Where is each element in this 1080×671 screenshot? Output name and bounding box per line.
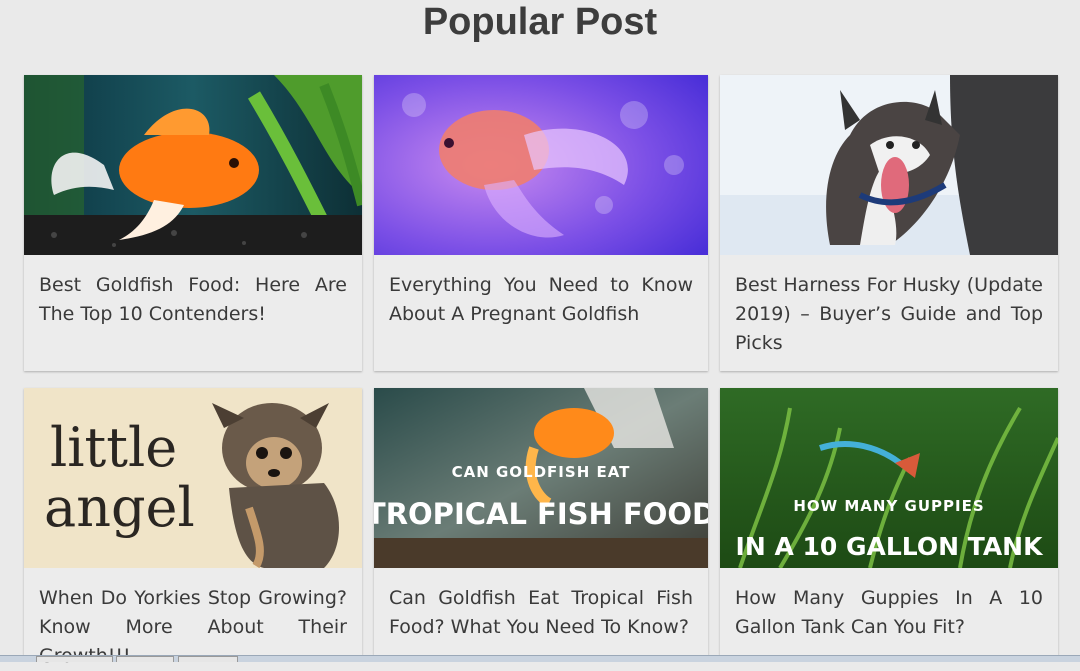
taskbar-tab[interactable]	[116, 656, 174, 662]
post-card-pregnant-goldfish[interactable]: Everything You Need to Know About A Preg…	[374, 75, 708, 371]
guppies-tank-image[interactable]: HOW MANY GUPPIES IN A 10 GALLON TANK	[720, 388, 1058, 568]
image-text-can-goldfish-eat: CAN GOLDFISH EAT	[452, 463, 631, 481]
image-text-little: little	[50, 416, 177, 479]
image-text-angel: angel	[44, 476, 195, 539]
section-title: Popular Post	[422, 1, 658, 43]
image-text-ten-gallon-tank: IN A 10 GALLON TANK	[736, 532, 1045, 561]
post-card-husky-harness[interactable]: Best Harness For Husky (Update 2019) – B…	[720, 75, 1058, 371]
post-card-guppies-tank[interactable]: HOW MANY GUPPIES IN A 10 GALLON TANK How…	[720, 388, 1058, 655]
taskbar-tab[interactable]	[178, 656, 238, 662]
image-text-tropical-fish-food: TROPICAL FISH FOOD	[374, 497, 708, 531]
goldfish-aquarium-image[interactable]	[24, 75, 362, 255]
image-text-how-many-guppies: HOW MANY GUPPIES	[793, 497, 984, 515]
goldfish-tropical-food-image[interactable]: CAN GOLDFISH EAT TROPICAL FISH FOOD	[374, 388, 708, 568]
purple-goldfish-image[interactable]	[374, 75, 708, 255]
post-card-goldfish-tropical[interactable]: CAN GOLDFISH EAT TROPICAL FISH FOOD Can …	[374, 388, 708, 655]
post-title[interactable]: Everything You Need to Know About A Preg…	[389, 271, 693, 329]
post-title[interactable]: How Many Guppies In A 10 Gallon Tank Can…	[735, 584, 1043, 642]
post-title[interactable]: Can Goldfish Eat Tropical Fish Food? Wha…	[389, 584, 693, 642]
post-title[interactable]: Best Harness For Husky (Update 2019) – B…	[735, 271, 1043, 358]
little-angel-yorkie-image[interactable]: little angel	[24, 388, 362, 568]
taskbar-tab[interactable]	[36, 656, 113, 662]
post-card-goldfish-food[interactable]: Best Goldfish Food: Here Are The Top 10 …	[24, 75, 362, 371]
post-title[interactable]: Best Goldfish Food: Here Are The Top 10 …	[39, 271, 347, 329]
husky-snow-image[interactable]	[720, 75, 1058, 255]
post-card-yorkies-growing[interactable]: little angel When Do Yorkies Stop Growin…	[24, 388, 362, 667]
